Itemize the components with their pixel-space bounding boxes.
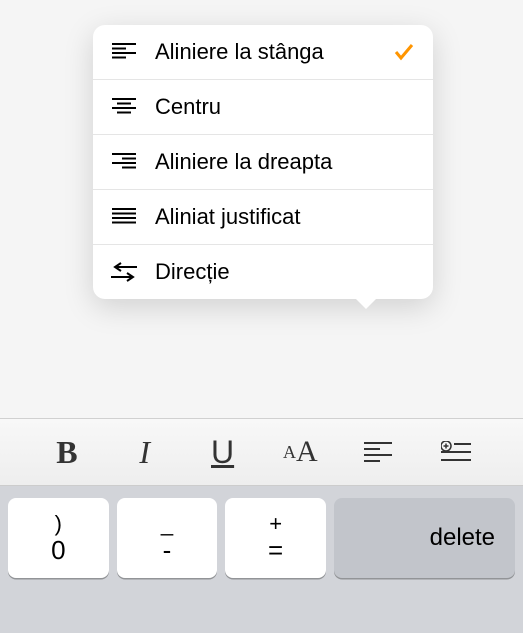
key-bottom: = bbox=[268, 536, 283, 565]
text-size-large: A bbox=[296, 435, 318, 469]
menu-label: Direcție bbox=[155, 259, 415, 285]
align-icon bbox=[364, 442, 392, 462]
menu-item-direction[interactable]: Direcție bbox=[93, 245, 433, 299]
key-minus[interactable]: _ - bbox=[117, 498, 218, 578]
menu-label: Aliniat justificat bbox=[155, 204, 415, 230]
key-bottom: 0 bbox=[51, 536, 65, 565]
key-top: ) bbox=[55, 512, 62, 536]
menu-item-align-justify[interactable]: Aliniat justificat bbox=[93, 190, 433, 245]
menu-item-align-center[interactable]: Centru bbox=[93, 80, 433, 135]
direction-icon bbox=[111, 261, 137, 283]
delete-label: delete bbox=[430, 524, 495, 552]
italic-button[interactable]: I bbox=[121, 428, 169, 476]
italic-label: I bbox=[139, 434, 150, 471]
key-0[interactable]: ) 0 bbox=[8, 498, 109, 578]
align-left-icon bbox=[111, 41, 137, 63]
key-top: + bbox=[269, 512, 282, 536]
alignment-button[interactable] bbox=[354, 428, 402, 476]
menu-label: Aliniere la dreapta bbox=[155, 149, 415, 175]
indent-button[interactable] bbox=[432, 428, 480, 476]
menu-label: Centru bbox=[155, 94, 415, 120]
key-equals[interactable]: + = bbox=[225, 498, 326, 578]
align-center-icon bbox=[111, 96, 137, 118]
align-right-icon bbox=[111, 151, 137, 173]
alignment-popover: Aliniere la stânga Centru A bbox=[93, 25, 433, 299]
indent-icon bbox=[441, 441, 471, 463]
bold-label: B bbox=[56, 434, 77, 471]
key-top: _ bbox=[161, 512, 173, 536]
underline-label: U bbox=[211, 434, 234, 471]
underline-button[interactable]: U bbox=[199, 428, 247, 476]
text-size-small: A bbox=[283, 442, 296, 463]
text-size-button[interactable]: AA bbox=[276, 428, 324, 476]
align-justify-icon bbox=[111, 206, 137, 228]
key-delete[interactable]: delete bbox=[334, 498, 515, 578]
keyboard-row: ) 0 _ - + = delete bbox=[0, 486, 523, 633]
bold-button[interactable]: B bbox=[43, 428, 91, 476]
key-bottom: - bbox=[163, 536, 172, 565]
format-toolbar: B I U AA bbox=[0, 418, 523, 486]
menu-item-align-left[interactable]: Aliniere la stânga bbox=[93, 25, 433, 80]
checkmark-icon bbox=[393, 41, 415, 63]
menu-label: Aliniere la stânga bbox=[155, 39, 393, 65]
menu-item-align-right[interactable]: Aliniere la dreapta bbox=[93, 135, 433, 190]
